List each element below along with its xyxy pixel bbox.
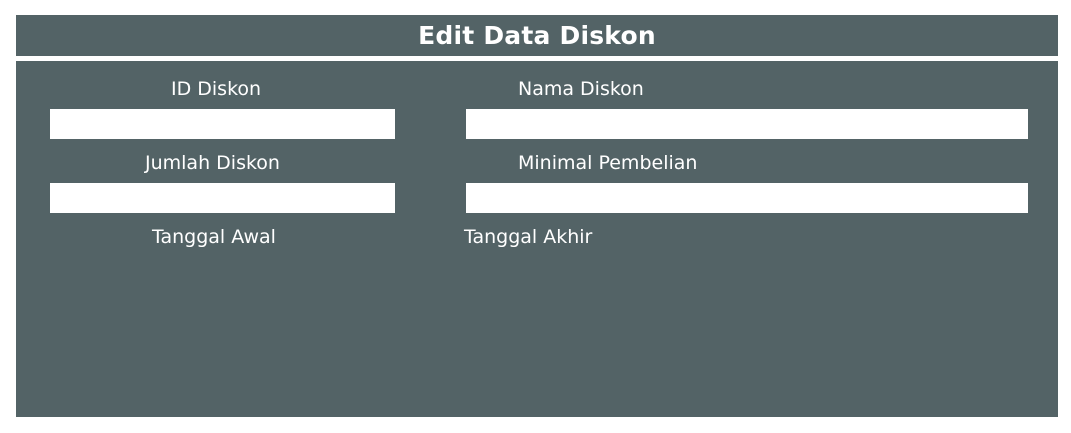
form-header: Edit Data Diskon: [16, 15, 1058, 56]
jumlah-diskon-label: Jumlah Diskon: [145, 152, 280, 174]
page-title: Edit Data Diskon: [418, 21, 656, 50]
id-diskon-input[interactable]: [50, 109, 395, 139]
jumlah-diskon-input[interactable]: [50, 183, 395, 213]
id-diskon-label: ID Diskon: [171, 78, 262, 100]
edit-diskon-form: ID Diskon Nama Diskon Jumlah Diskon Mini…: [16, 61, 1058, 417]
minimal-pembelian-label: Minimal Pembelian: [518, 152, 698, 174]
tanggal-awal-label: Tanggal Awal: [152, 226, 276, 248]
minimal-pembelian-input[interactable]: [466, 183, 1028, 213]
tanggal-akhir-label: Tanggal Akhir: [464, 226, 593, 248]
nama-diskon-input[interactable]: [466, 109, 1028, 139]
nama-diskon-label: Nama Diskon: [518, 78, 644, 100]
